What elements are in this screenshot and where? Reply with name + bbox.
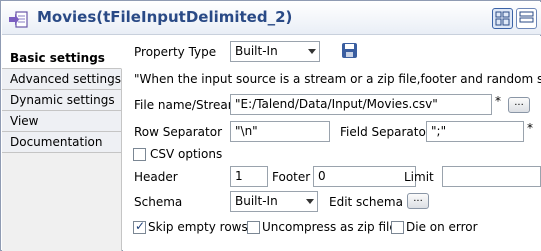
footer-label: Footer bbox=[272, 170, 311, 184]
limit-input[interactable] bbox=[442, 166, 541, 187]
chevron-down-icon bbox=[306, 199, 314, 204]
tab-advanced-settings[interactable]: Advanced settings bbox=[2, 69, 121, 90]
property-type-select[interactable]: Built-In bbox=[230, 41, 320, 62]
csv-options-checkbox[interactable] bbox=[133, 148, 146, 161]
csv-options-label: CSV options bbox=[150, 147, 223, 161]
tab-view[interactable]: View bbox=[2, 111, 121, 132]
component-view: Movies(tFileInputDelimited_2) Basic sett… bbox=[0, 0, 541, 251]
tab-documentation[interactable]: Documentation bbox=[2, 132, 121, 153]
save-icon[interactable] bbox=[342, 43, 357, 58]
limit-label: Limit bbox=[404, 170, 434, 184]
file-name-label: File name/Stream bbox=[134, 98, 240, 112]
grid-view-icon bbox=[495, 11, 510, 26]
basic-settings-panel: Property Type Built-In "When the input s… bbox=[123, 36, 541, 251]
uncompress-zip-label: Uncompress as zip file bbox=[262, 220, 397, 234]
field-separator-label: Field Separator bbox=[340, 125, 431, 139]
window-title: Movies(tFileInputDelimited_2) bbox=[37, 8, 293, 26]
tab-basic-settings[interactable]: Basic settings bbox=[2, 48, 122, 69]
schema-label: Schema bbox=[134, 195, 183, 209]
grid-view-button[interactable] bbox=[492, 8, 513, 29]
file-name-input[interactable]: "E:/Talend/Data/Input/Movies.csv" bbox=[230, 94, 492, 115]
file-required-marker: * bbox=[495, 94, 501, 108]
property-type-label: Property Type bbox=[134, 45, 217, 59]
die-on-error-checkbox[interactable] bbox=[391, 221, 404, 234]
schema-select[interactable]: Built-In bbox=[230, 191, 318, 212]
edit-schema-button[interactable]: ... bbox=[407, 193, 429, 209]
die-on-error-label: Die on error bbox=[406, 220, 478, 234]
uncompress-zip-checkbox[interactable] bbox=[247, 221, 260, 234]
skip-empty-rows-checkbox[interactable] bbox=[133, 219, 146, 234]
list-view-icon bbox=[519, 11, 534, 23]
field-separator-input[interactable]: ";" bbox=[426, 121, 524, 142]
file-input-component-icon bbox=[9, 11, 28, 28]
row-separator-label: Row Separator bbox=[134, 125, 223, 139]
footer-input[interactable]: 0 bbox=[313, 166, 416, 187]
edit-schema-label: Edit schema bbox=[329, 195, 403, 209]
schema-value: Built-In bbox=[235, 194, 278, 208]
chevron-down-icon bbox=[308, 49, 316, 54]
field-separator-required-marker: * bbox=[527, 121, 533, 135]
tab-dynamic-settings[interactable]: Dynamic settings bbox=[2, 90, 121, 111]
notice-text: "When the input source is a stream or a … bbox=[134, 72, 541, 86]
row-separator-input[interactable]: "\n" bbox=[230, 121, 330, 142]
list-view-button[interactable] bbox=[516, 8, 537, 29]
skip-empty-rows-label: Skip empty rows bbox=[148, 220, 248, 234]
header-label: Header bbox=[134, 170, 178, 184]
header-input[interactable]: 1 bbox=[230, 166, 268, 187]
property-type-value: Built-In bbox=[235, 44, 278, 58]
file-browse-button[interactable]: ... bbox=[508, 97, 530, 113]
title-bar: Movies(tFileInputDelimited_2) bbox=[2, 2, 541, 35]
settings-tabs: Basic settings Advanced settings Dynamic… bbox=[2, 48, 122, 251]
